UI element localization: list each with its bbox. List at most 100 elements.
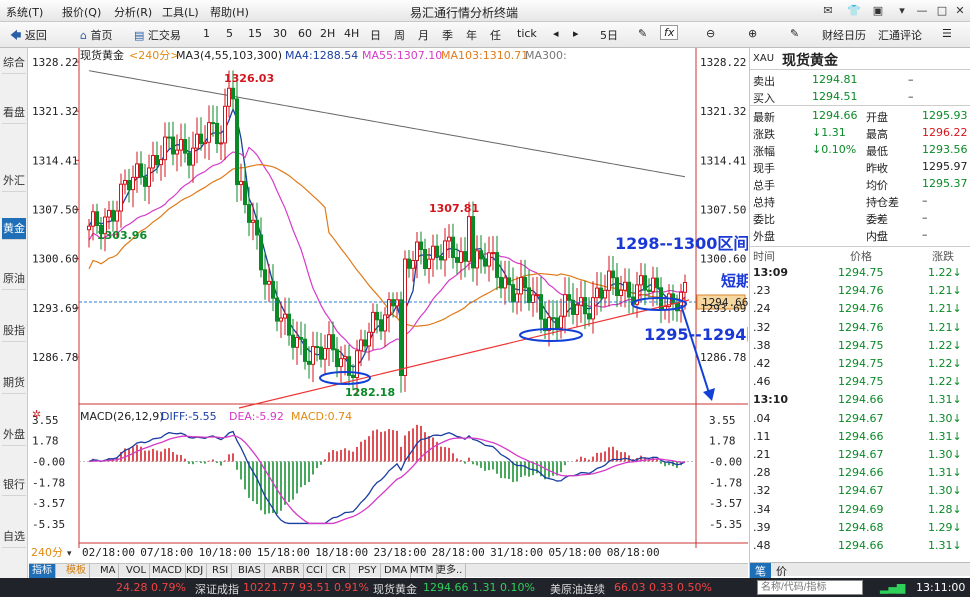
left-tab-期货[interactable]: 期货 [2,372,26,394]
indicator-tab-macd[interactable]: MACD [149,564,186,578]
tick-row: .42 1294.75 1.22↓ [753,357,962,370]
macd-settings-icon[interactable]: ✲ [32,408,41,421]
period-1[interactable]: 1 [203,27,210,40]
indicator-tab-bias[interactable]: BIAS [235,564,265,578]
candle-body [211,122,215,125]
indicator-tab-arbr[interactable]: ARBR [269,564,304,578]
indicator-tab-模板[interactable]: 模板 [63,564,90,578]
candles [87,70,687,396]
quote-row: 总手 – 均价 1295.37 [753,177,968,192]
ticker-value-oil: 66.03 0.33 0.50% [614,581,712,594]
x-tick: 23/18:00 [374,546,427,559]
pen-icon[interactable]: ✎ [790,27,799,40]
tick-row: .32 1294.67 1.30↓ [753,484,962,498]
candle-body [683,281,687,293]
zoom-out-icon[interactable]: ⊖ [706,27,715,40]
indicator-tab-ma[interactable]: MA [97,564,120,578]
candle-body [287,313,291,336]
menu-quote[interactable]: 报价(Q) [62,4,101,20]
candle-body [147,167,151,187]
formula-icon[interactable]: fx [660,25,679,40]
period-60[interactable]: 60 [298,27,312,40]
left-tab-外汇[interactable]: 外汇 [2,170,26,192]
back-button[interactable]: 🡄 返回 [10,27,47,46]
period-2h[interactable]: 2H [320,27,335,40]
zoom-in-icon[interactable]: ⊕ [748,27,757,40]
home-button[interactable]: ⌂ 首页 [80,27,112,43]
menu-analysis[interactable]: 分析(R) [114,4,152,20]
period-4h[interactable]: 4H [344,27,359,40]
period-year[interactable]: 年 [466,27,477,43]
quote-row: 总持 – 持仓差 – [753,194,928,209]
search-input[interactable] [757,580,863,595]
left-tab-黄金[interactable]: 黄金 [2,218,26,240]
candle-body [503,277,507,289]
indicator-tab-cci[interactable]: CCI [303,564,327,578]
indicator-tab-psy[interactable]: PSY [355,564,381,578]
buy-price: 1294.51 [812,90,858,103]
annotation-watershed: 1298--1300区间重要的多空分水岭 [615,234,748,253]
draw-icon[interactable]: ✎ [638,27,647,40]
candle-body [419,241,423,251]
period-tick[interactable]: tick [517,27,537,40]
candle-body [203,141,207,145]
candle-body [91,211,95,227]
period-30[interactable]: 30 [273,27,287,40]
trade-button[interactable]: ▤ 汇交易 [134,27,181,43]
candle-body [439,255,443,261]
chart-canvas[interactable]: 1294.66 1328.221321.321314.411307.501300… [29,48,877,566]
left-tab-综合[interactable]: 综合 [2,52,26,74]
menu-system[interactable]: 系统(T) [6,4,43,20]
period-week[interactable]: 周 [394,27,405,43]
mail-icon[interactable]: ✉ [820,3,836,18]
calendar-button[interactable]: 财经日历 [822,27,866,43]
ticker-name-szse: 深证成指 [195,583,239,596]
annotation-reference: 1295--1294区间参照位置 [644,325,748,344]
indicator-tab-指标[interactable]: 指标 [29,564,56,578]
commentary-button[interactable]: 汇通评论 [878,27,922,43]
period-label[interactable]: 240分 [31,546,63,559]
menu-help[interactable]: 帮助(H) [210,4,249,20]
left-tab-原油[interactable]: 原油 [2,268,26,290]
legend-period: <240分> [129,49,179,62]
shirt-icon[interactable]: 👕 [846,3,862,18]
left-tab-股指[interactable]: 股指 [2,320,26,342]
candle-body [491,252,495,255]
indicator-tab-kdj[interactable]: KDJ [183,564,208,578]
zoom-left-icon[interactable]: ◂ [553,27,559,40]
menu-tools[interactable]: 工具(L) [162,4,199,20]
x-tick: 02/18:00 [82,546,135,559]
indicator-tab-cr[interactable]: CR [329,564,350,578]
tab-bi[interactable]: 笔 [750,563,771,579]
candle-body [623,281,627,291]
zoom-right-icon[interactable]: ▸ [573,27,579,40]
period-quarter[interactable]: 季 [442,27,453,43]
indicator-tab-更多..[interactable]: 更多.. [433,564,467,578]
left-tab-看盘[interactable]: 看盘 [2,102,26,124]
period-month[interactable]: 月 [418,27,429,43]
candle-body [651,277,655,292]
minimize-icon[interactable]: — [914,3,930,18]
period-15[interactable]: 15 [248,27,262,40]
period-5day[interactable]: 5日 [600,27,618,43]
indicator-tab-vol[interactable]: VOL [123,564,151,578]
period-dropdown-icon[interactable]: ▾ [67,549,72,559]
tab-jia[interactable]: 价 [776,563,787,579]
x-tick: 15/18:00 [257,546,310,559]
left-tab-自选[interactable]: 自选 [2,526,26,548]
period-custom[interactable]: 任 [490,27,501,43]
period-day[interactable]: 日 [370,27,381,43]
skin-icon[interactable]: ▣ [870,3,886,18]
menu-arrow-icon[interactable]: ▾ [894,3,910,18]
indicator-tab-rsi[interactable]: RSI [209,564,233,578]
close-icon[interactable]: ✕ [952,3,968,18]
left-tab-外盘[interactable]: 外盘 [2,424,26,446]
clock: 13:11:00 [916,581,966,594]
period-5[interactable]: 5 [226,27,233,40]
candle-body [403,258,407,377]
settings-icon[interactable]: ☰ [942,27,952,40]
maximize-icon[interactable]: □ [934,3,950,18]
price-chart[interactable]: 1294.66 1328.22 1321.32 1314.41 1307.50 1300… [29,48,877,566]
candle-body [515,293,519,303]
left-tab-银行[interactable]: 银行 [2,474,26,496]
